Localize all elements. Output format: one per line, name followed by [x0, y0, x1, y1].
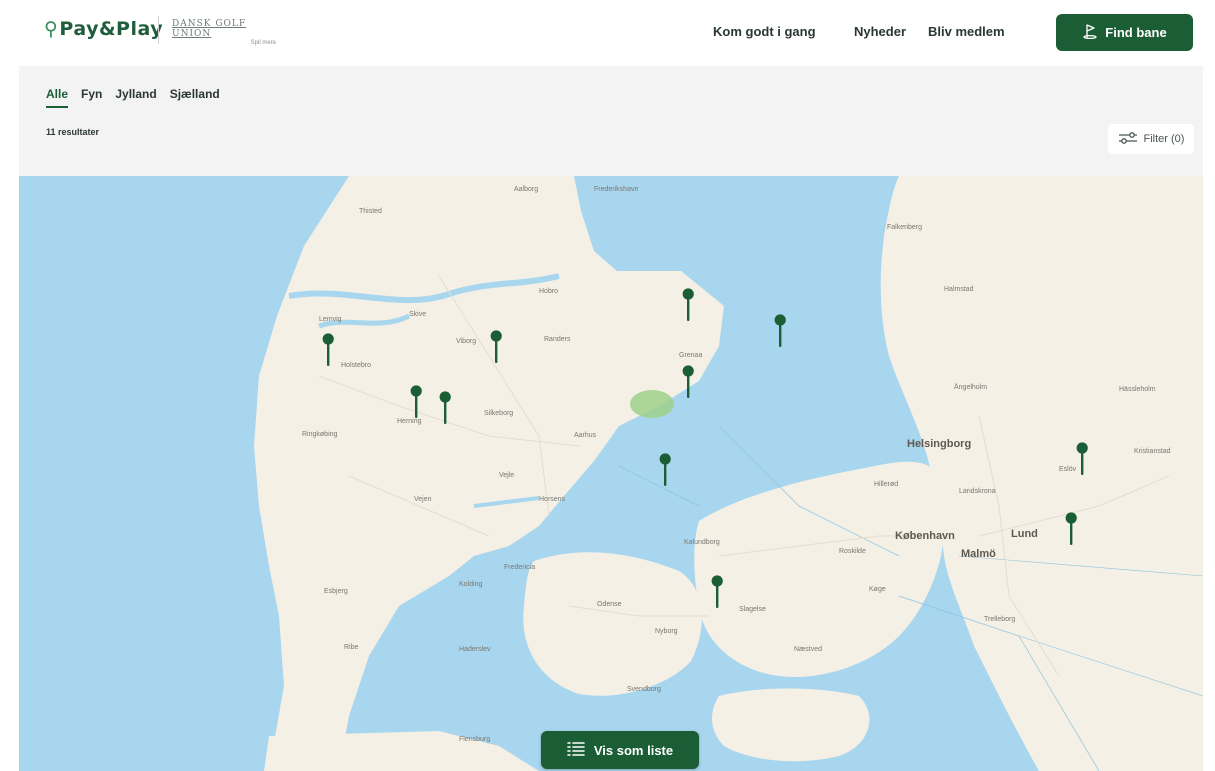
- map-label-skive: Skive: [409, 311, 427, 318]
- filter-bar: Alle Fyn Jylland Sjælland 11 resultater …: [19, 66, 1203, 176]
- nav-get-started[interactable]: Kom godt i gang: [713, 24, 816, 39]
- course-marker-8[interactable]: [658, 452, 672, 488]
- map-label-trelleborg: Trelleborg: [984, 616, 1016, 623]
- map-label-landskrona: Landskrona: [959, 488, 996, 495]
- dgu-logo[interactable]: DANSK GOLF UNION Spil mere: [172, 19, 282, 46]
- course-marker-10[interactable]: [1064, 511, 1078, 547]
- map-label-hobro: Hobro: [539, 288, 559, 295]
- nav-news[interactable]: Nyheder: [854, 24, 906, 39]
- course-marker-6[interactable]: [409, 384, 423, 420]
- course-marker-5[interactable]: [681, 364, 695, 400]
- show-as-list-button[interactable]: Vis som liste: [541, 731, 699, 769]
- golf-flag-icon: [1082, 23, 1098, 42]
- course-map[interactable]: Aalborg Thisted Randers Viborg Silkeborg…: [19, 176, 1203, 771]
- map-pin-icon: [410, 385, 422, 418]
- map-label-kalundborg: Kalundborg: [684, 539, 720, 546]
- map-label-thisted: Thisted: [359, 208, 382, 215]
- map-pin-icon: [322, 333, 334, 366]
- course-marker-9[interactable]: [1075, 441, 1089, 477]
- map-label-holstebro: Holstebro: [341, 362, 371, 369]
- map-label-ribe: Ribe: [344, 644, 359, 651]
- map-pin-icon: [1065, 512, 1077, 545]
- map-pin-icon: [439, 391, 451, 424]
- map-label-slagelse: Slagelse: [739, 606, 766, 613]
- region-tabs: Alle Fyn Jylland Sjælland: [46, 87, 220, 108]
- find-course-button[interactable]: Find bane: [1056, 14, 1193, 51]
- map-label-eslov: Eslöv: [1059, 466, 1077, 473]
- map-label-randers: Randers: [544, 336, 571, 343]
- filter-button-label: Filter (0): [1143, 133, 1185, 145]
- map-label-fredericia: Fredericia: [504, 564, 536, 571]
- map-label-lund: Lund: [1011, 528, 1038, 540]
- map-label-aalborg: Aalborg: [514, 186, 539, 193]
- map-label-vejen: Vejen: [414, 496, 432, 503]
- map-label-silkeborg: Silkeborg: [484, 410, 514, 417]
- tab-sjaelland[interactable]: Sjælland: [170, 87, 220, 108]
- course-marker-3[interactable]: [321, 332, 335, 368]
- site-header: ⚲Pay&Play DANSK GOLF UNION Spil mere Kom…: [0, 0, 1215, 66]
- map-label-frederikshavn: Frederikshavn: [594, 186, 639, 193]
- map-label-aarhus: Aarhus: [574, 432, 597, 439]
- map-label-flensburg: Flensburg: [459, 736, 491, 743]
- course-marker-2[interactable]: [773, 313, 787, 349]
- map-label-kristianstad: Kristianstad: [1134, 448, 1171, 455]
- map-label-kolding: Kolding: [459, 581, 483, 588]
- map-label-naestved: Næstved: [794, 646, 823, 653]
- course-marker-1[interactable]: [681, 287, 695, 323]
- map-label-malmo: Malmö: [961, 548, 996, 560]
- dgu-logo-name: DANSK GOLF UNION: [172, 19, 247, 39]
- golf-pin-icon: ⚲: [44, 18, 59, 40]
- map-base: [254, 176, 1203, 771]
- header-divider: [158, 16, 159, 44]
- tab-jylland[interactable]: Jylland: [115, 87, 156, 108]
- filter-button[interactable]: Filter (0): [1108, 124, 1194, 154]
- course-marker-4[interactable]: [489, 329, 503, 365]
- tab-fyn[interactable]: Fyn: [81, 87, 102, 108]
- course-marker-7[interactable]: [438, 390, 452, 426]
- map-label-koge: Køge: [869, 586, 886, 593]
- map-label-kobenhavn: København: [895, 530, 955, 542]
- map-label-odense: Odense: [597, 601, 622, 608]
- map-label-lemvig: Lemvig: [319, 316, 342, 323]
- map-label-haderslev: Haderslev: [459, 646, 491, 653]
- show-as-list-label: Vis som liste: [593, 742, 674, 758]
- map-label-svendborg: Svendborg: [627, 686, 661, 693]
- map-pin-icon: [711, 575, 723, 608]
- list-icon: [567, 741, 585, 760]
- map-label-helsingborg: Helsingborg: [907, 438, 972, 450]
- map-label-hillerod: Hillerød: [874, 481, 899, 488]
- map-label-viborg: Viborg: [456, 338, 477, 345]
- sliders-icon: [1118, 131, 1138, 148]
- map-label-falkenberg: Falkenberg: [887, 224, 923, 231]
- logo-text: Pay&Play: [59, 18, 164, 40]
- map-label-ringkobing: Ringkøbing: [302, 431, 338, 438]
- map-pin-icon: [1076, 442, 1088, 475]
- find-course-label: Find bane: [1105, 25, 1167, 40]
- payplay-logo[interactable]: ⚲Pay&Play: [44, 18, 163, 40]
- map-label-roskilde: Roskilde: [839, 548, 866, 555]
- map-label-hassleholm: Hässleholm: [1119, 386, 1156, 393]
- tab-all[interactable]: Alle: [46, 87, 69, 108]
- map-pin-icon: [682, 288, 694, 321]
- nav-become-member[interactable]: Bliv medlem: [928, 24, 1005, 39]
- map-label-esbjerg: Esbjerg: [324, 588, 348, 595]
- result-count: 11 resultater: [46, 127, 100, 137]
- map-pin-icon: [659, 453, 671, 486]
- map-pin-icon: [490, 330, 502, 363]
- map-pin-icon: [774, 314, 786, 347]
- dgu-logo-sub: Spil mere: [250, 40, 276, 46]
- map-label-horsens: Horsens: [539, 496, 566, 503]
- map-label-halmstad: Halmstad: [944, 286, 974, 293]
- map-label-nyborg: Nyborg: [655, 628, 678, 635]
- course-marker-11[interactable]: [710, 574, 724, 610]
- map-label-vejle: Vejle: [499, 472, 515, 479]
- map-label-grenaa: Grenaa: [679, 352, 703, 359]
- map-label-angelholm: Ängelholm: [954, 384, 988, 391]
- map-pin-icon: [682, 365, 694, 398]
